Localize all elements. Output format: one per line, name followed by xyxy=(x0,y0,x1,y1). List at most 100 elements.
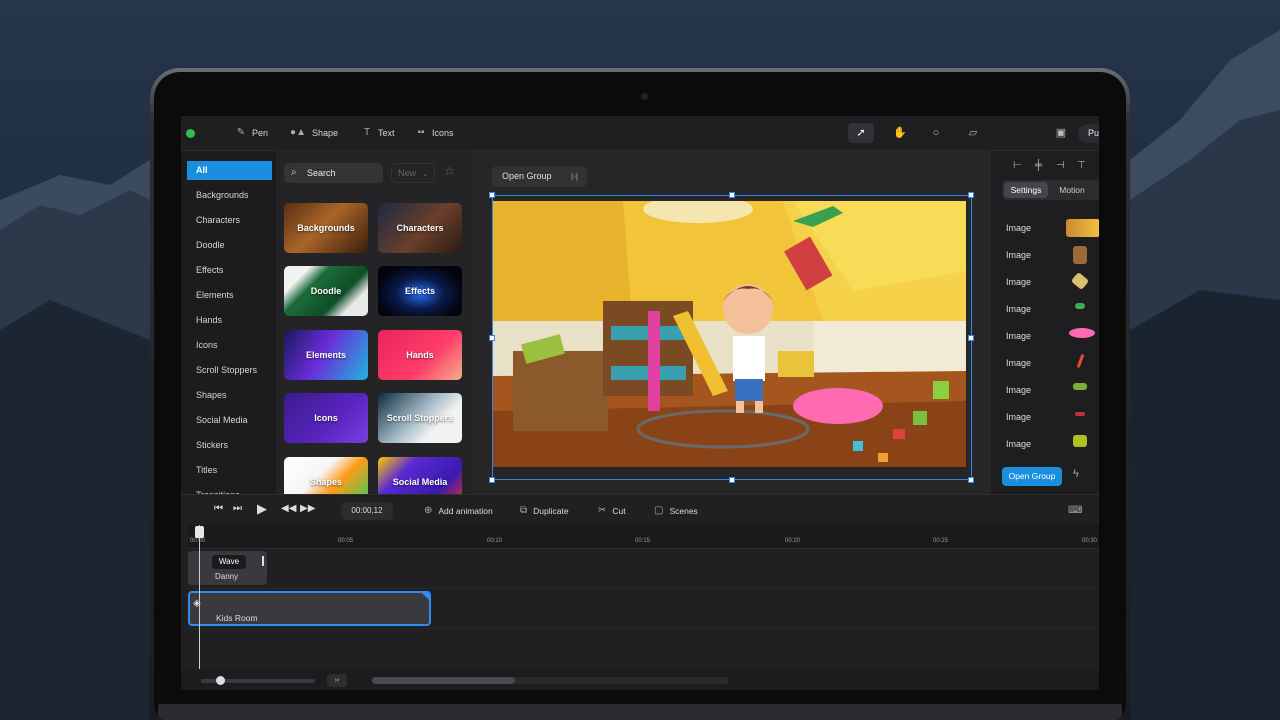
layer-thumbnail xyxy=(1073,246,1087,264)
ruler-tool[interactable]: ▱ xyxy=(960,123,986,143)
resize-handle[interactable] xyxy=(489,192,495,198)
open-group-button[interactable]: Open Group |◦| xyxy=(492,166,587,187)
align-center-icon[interactable]: ╪ xyxy=(1035,160,1042,171)
category-icons[interactable]: Icons xyxy=(187,336,272,355)
animation-badge[interactable]: Wave xyxy=(212,555,246,569)
icons-tool[interactable]: ▪▪ Icons xyxy=(415,127,453,139)
playhead-handle[interactable] xyxy=(195,526,204,538)
layer-item[interactable]: Image xyxy=(1006,358,1031,368)
zoom-slider-knob[interactable] xyxy=(216,676,225,685)
open-group-button-panel[interactable]: Open Group xyxy=(1002,467,1062,486)
grid-icon: ▪▪ xyxy=(417,127,425,138)
pen-tool[interactable]: ✎ Pen xyxy=(235,127,268,139)
category-shapes[interactable]: Shapes xyxy=(187,386,272,405)
category-scroll-stoppers[interactable]: Scroll Stoppers xyxy=(187,361,272,380)
resize-handle[interactable] xyxy=(729,192,735,198)
scrollbar-thumb[interactable] xyxy=(372,677,515,684)
timeline: ⏮ ⏭ ▶ ◀◀ ▶▶ 00:00,12 ⊕ Add animation ⧉ Dup… xyxy=(181,494,1099,690)
cut-button[interactable]: ✂ Cut xyxy=(598,505,626,516)
selection-box[interactable] xyxy=(492,195,972,480)
scissors-icon: ✂ xyxy=(598,505,607,516)
resize-handle[interactable] xyxy=(489,477,495,483)
category-titles[interactable]: Titles xyxy=(187,461,272,480)
text-icon: T xyxy=(363,127,371,138)
canvas-area[interactable]: Open Group |◦| xyxy=(471,151,991,494)
asset-tile-hands[interactable]: Hands xyxy=(378,330,462,380)
timeline-clip-kids-room[interactable]: ◈ Kids Room xyxy=(188,591,431,626)
align-right-icon[interactable]: ⊣ xyxy=(1056,160,1065,171)
category-doodle[interactable]: Doodle xyxy=(187,236,272,255)
category-hands[interactable]: Hands xyxy=(187,311,272,330)
scenes-button[interactable]: ▢ Scenes xyxy=(654,505,698,516)
category-stickers[interactable]: Stickers xyxy=(187,436,272,455)
skip-start-icon[interactable]: ⏮ xyxy=(214,503,223,514)
fit-button[interactable]: ›‹ xyxy=(327,674,347,687)
rewind-icon[interactable]: ◀◀ xyxy=(281,503,296,514)
resize-handle[interactable] xyxy=(968,335,974,341)
tab-settings[interactable]: Settings xyxy=(1004,182,1048,198)
layer-item[interactable]: Image xyxy=(1006,277,1031,287)
save-button[interactable]: ▣ xyxy=(1048,123,1074,143)
horizontal-scrollbar[interactable] xyxy=(372,677,729,684)
clip-name: Kids Room xyxy=(216,613,258,623)
time-display[interactable]: 00:00,12 xyxy=(341,502,393,520)
asset-tile-characters[interactable]: Characters xyxy=(378,203,462,253)
category-transitions[interactable]: Transitions xyxy=(187,486,272,494)
asset-tile-icons[interactable]: Icons xyxy=(284,393,368,443)
category-effects[interactable]: Effects xyxy=(187,261,272,280)
asset-tile-backgrounds[interactable]: Backgrounds xyxy=(284,203,368,253)
playhead-line[interactable] xyxy=(199,525,200,669)
asset-tile-scroll-stoppers[interactable]: Scroll Stoppers xyxy=(378,393,462,443)
layer-item[interactable]: Image xyxy=(1006,385,1031,395)
add-animation-button[interactable]: ⊕ Add animation xyxy=(424,505,493,516)
top-toolbar: ✎ Pen ●▲ Shape T Text ▪▪ Icons ➚ ✋ ○ ▱ ▣ Pu xyxy=(181,116,1099,151)
bolt-icon[interactable]: ϟ xyxy=(1073,468,1079,480)
search-input[interactable]: ⌕ Search xyxy=(284,163,383,183)
resize-handle[interactable] xyxy=(729,477,735,483)
align-top-icon[interactable]: ⊤ xyxy=(1077,160,1086,171)
tick-label: 00:30 xyxy=(1082,538,1098,544)
time-ruler[interactable]: 00:00 00:05 00:10 00:15 00:20 00:25 00:3… xyxy=(188,525,1099,549)
layer-item[interactable]: Image xyxy=(1006,331,1031,341)
layer-item[interactable]: Image xyxy=(1006,412,1031,422)
publish-button[interactable]: Pu xyxy=(1078,124,1099,143)
filter-dropdown[interactable]: New ⌄ xyxy=(391,163,435,183)
asset-tile-effects[interactable]: Effects xyxy=(378,266,462,316)
timeline-footer: ›‹ xyxy=(181,669,1099,690)
asset-tile-doodle[interactable]: Doodle xyxy=(284,266,368,316)
align-left-icon[interactable]: ⊢ xyxy=(1013,160,1022,171)
category-elements[interactable]: Elements xyxy=(187,286,272,305)
chevron-down-icon: ⌄ xyxy=(421,168,429,178)
category-social-media[interactable]: Social Media xyxy=(187,411,272,430)
asset-tile-social-media[interactable]: Social Media xyxy=(378,457,462,494)
category-backgrounds[interactable]: Backgrounds xyxy=(187,186,272,205)
keyboard-icon[interactable]: ⌨ xyxy=(1068,505,1082,516)
animation-marker[interactable] xyxy=(262,556,264,566)
shape-icon: ●▲ xyxy=(290,127,306,138)
category-characters[interactable]: Characters xyxy=(187,211,272,230)
pointer-tool[interactable]: ➚ xyxy=(848,123,874,143)
layer-item[interactable]: Image xyxy=(1006,304,1031,314)
resize-handle[interactable] xyxy=(968,477,974,483)
layer-item[interactable]: Image xyxy=(1006,250,1031,260)
skip-end-icon[interactable]: ⏭ xyxy=(233,503,242,514)
plus-circle-icon: ⊕ xyxy=(424,505,433,516)
fit-icon: ›‹ xyxy=(334,677,340,684)
tick-label: 00:00 xyxy=(190,538,206,544)
text-tool[interactable]: T Text xyxy=(361,127,395,139)
asset-tile-elements[interactable]: Elements xyxy=(284,330,368,380)
layer-item[interactable]: Image xyxy=(1006,223,1031,233)
resize-handle[interactable] xyxy=(968,192,974,198)
category-all[interactable]: All xyxy=(187,161,272,180)
layer-item[interactable]: Image xyxy=(1006,439,1031,449)
tab-motion[interactable]: Motion xyxy=(1050,182,1094,198)
zoom-tool[interactable]: ○ xyxy=(923,123,949,143)
asset-tile-shapes[interactable]: Shapes xyxy=(284,457,368,494)
duplicate-button[interactable]: ⧉ Duplicate xyxy=(520,505,569,516)
favorite-star-icon[interactable]: ☆ xyxy=(444,164,455,178)
fast-forward-icon[interactable]: ▶▶ xyxy=(300,503,315,514)
resize-handle[interactable] xyxy=(489,335,495,341)
hand-tool[interactable]: ✋ xyxy=(887,123,913,143)
shape-tool[interactable]: ●▲ Shape xyxy=(289,127,338,139)
play-icon[interactable]: ▶ xyxy=(257,501,267,517)
